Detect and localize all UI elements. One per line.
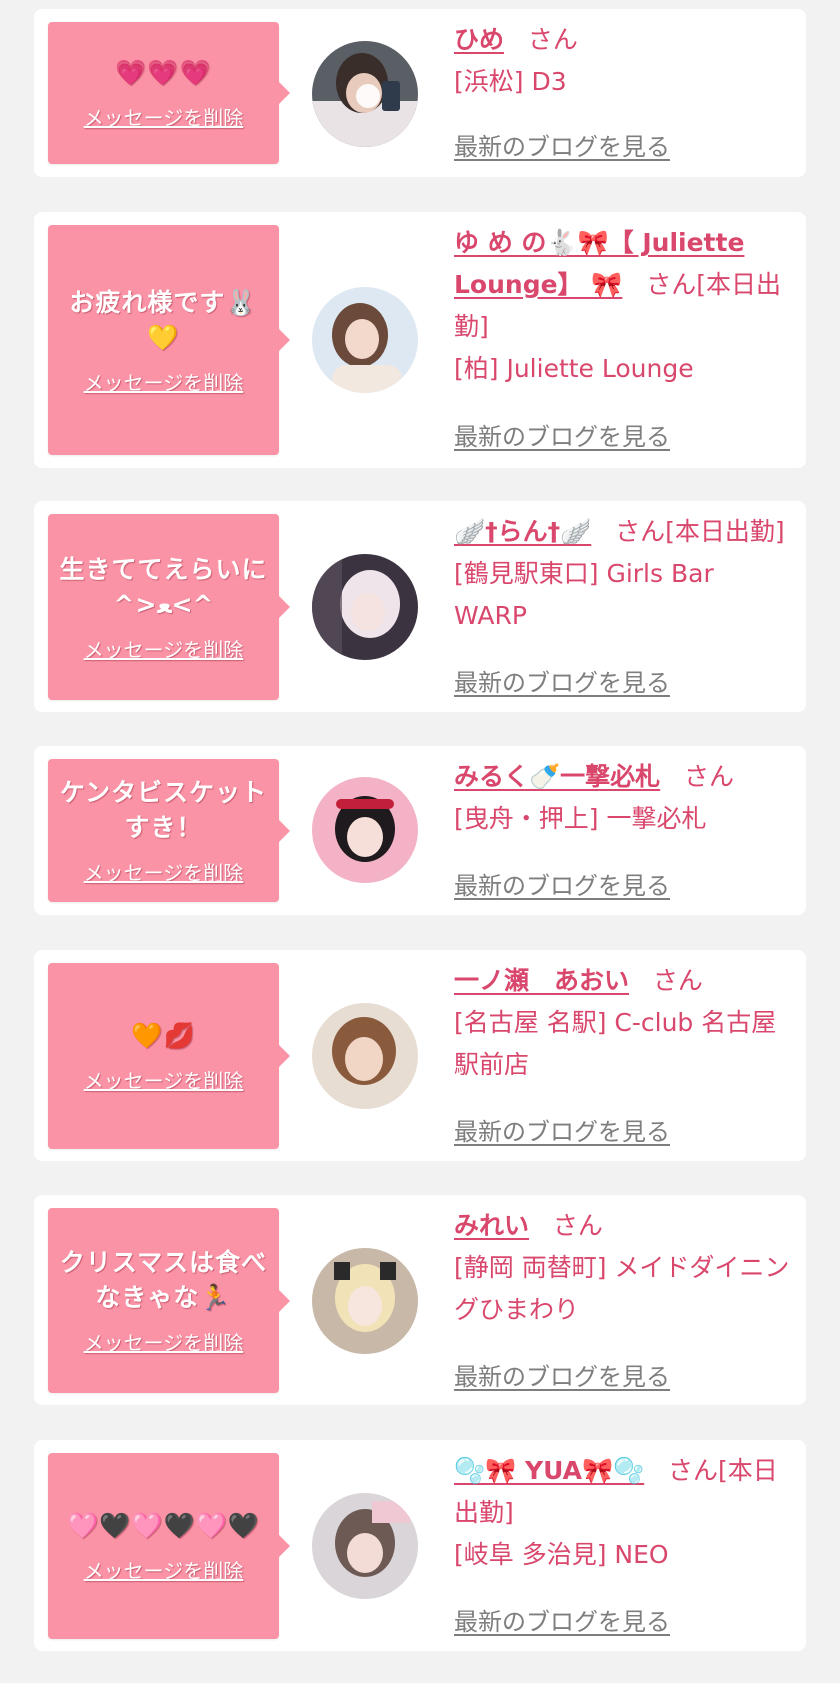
- message-card: お疲れ様です🐰💛 メッセージを削除 ゆ め の🐇🎀【 Juliette Loun…: [34, 212, 806, 468]
- avatar[interactable]: [312, 554, 418, 660]
- message-list: 💗💗💗 メッセージを削除 ひめ さん [浜松] D3 最新のブログを見る お疲れ…: [0, 0, 840, 1683]
- message-bubble: ケンタビスケットすき！ メッセージを削除: [48, 759, 290, 902]
- cast-info: 一ノ瀬 あおい さん [名古屋 名駅] C-club 名古屋駅前店: [454, 960, 792, 1086]
- message-bubble: 生きててえらいに^>ﻌ<^ メッセージを削除: [48, 514, 290, 700]
- message-bubble: お疲れ様です🐰💛 メッセージを削除: [48, 225, 290, 455]
- delete-message-link[interactable]: メッセージを削除: [84, 102, 244, 131]
- profile-photo-avatar-icon: [312, 1248, 418, 1354]
- avatar[interactable]: [312, 41, 418, 147]
- avatar[interactable]: [312, 1248, 418, 1354]
- message-card: 🩷🖤🩷🖤🩷🖤 メッセージを削除 🫧🎀 YUA🎀🫧 さん[本日出勤] [岐阜 多治…: [34, 1440, 806, 1651]
- message-card: ケンタビスケットすき！ メッセージを削除 みるく🍼一撃必札 さん [曳舟・押上]…: [34, 746, 806, 915]
- message-text: 🩷🖤🩷🖤🩷🖤: [67, 1511, 260, 1540]
- latest-blog-link[interactable]: 最新のブログを見る: [454, 866, 670, 901]
- cast-name-link[interactable]: 🫧🎀 YUA🎀🫧: [454, 1456, 644, 1485]
- delete-message-link[interactable]: メッセージを削除: [84, 1065, 244, 1094]
- honorific: さん: [652, 966, 703, 995]
- profile-photo-avatar-icon: [312, 41, 418, 147]
- message-card: 🧡💋 メッセージを削除 一ノ瀬 あおい さん [名古屋 名駅] C-club 名…: [34, 950, 806, 1161]
- shop-area: [名古屋 名駅] C-club 名古屋駅前店: [454, 1008, 777, 1079]
- message-text: ケンタビスケットすき！: [59, 778, 268, 842]
- latest-blog-link[interactable]: 最新のブログを見る: [454, 1602, 670, 1637]
- shop-area: [岐阜 多治見] NEO: [454, 1540, 669, 1569]
- message-text: 生きててえらいに^>ﻌ<^: [59, 554, 268, 619]
- message-text: クリスマスは食べなきゃな🏃: [59, 1248, 268, 1312]
- latest-blog-link[interactable]: 最新のブログを見る: [454, 417, 670, 452]
- shop-area: [曳舟・押上] 一撃必札: [454, 804, 707, 833]
- delete-message-link[interactable]: メッセージを削除: [84, 1555, 244, 1584]
- cast-name-link[interactable]: みれい: [454, 1211, 529, 1240]
- profile-photo-avatar-icon: [312, 1003, 418, 1109]
- cast-info: 🫧🎀 YUA🎀🫧 さん[本日出勤] [岐阜 多治見] NEO: [454, 1450, 792, 1576]
- profile-photo-avatar-icon: [312, 777, 418, 883]
- message-bubble: クリスマスは食べなきゃな🏃 メッセージを削除: [48, 1208, 290, 1393]
- honorific: さん: [683, 762, 734, 791]
- message-card: 生きててえらいに^>ﻌ<^ メッセージを削除 🪽†らん†🪽 さん[本日出勤] […: [34, 501, 806, 712]
- avatar[interactable]: [312, 777, 418, 883]
- cast-name-link[interactable]: 🪽†らん†🪽: [454, 517, 591, 546]
- cast-info: みれい さん [静岡 両替町] メイドダイニングひまわり: [454, 1205, 792, 1331]
- profile-photo-avatar-icon: [312, 287, 418, 393]
- honorific: さん: [527, 25, 578, 54]
- profile-photo-avatar-icon: [312, 554, 418, 660]
- shop-area: [静岡 両替町] メイドダイニングひまわり: [454, 1253, 790, 1324]
- message-bubble: 💗💗💗 メッセージを削除: [48, 22, 290, 164]
- cast-info: ひめ さん [浜松] D3: [454, 19, 792, 103]
- honorific: さん[本日出勤]: [615, 517, 785, 546]
- delete-message-link[interactable]: メッセージを削除: [84, 367, 244, 396]
- profile-photo-avatar-icon: [312, 1493, 418, 1599]
- shop-area: [浜松] D3: [454, 67, 567, 96]
- message-text: 💗💗💗: [115, 58, 212, 87]
- cast-info: 🪽†らん†🪽 さん[本日出勤] [鶴見駅東口] Girls Bar WARP: [454, 511, 792, 637]
- cast-name-link[interactable]: みるく🍼一撃必札: [454, 762, 660, 791]
- message-text: 🧡💋: [131, 1021, 196, 1050]
- avatar[interactable]: [312, 1493, 418, 1599]
- message-bubble: 🧡💋 メッセージを削除: [48, 963, 290, 1149]
- shop-area: [柏] Juliette Lounge: [454, 354, 694, 383]
- message-bubble: 🩷🖤🩷🖤🩷🖤 メッセージを削除: [48, 1453, 290, 1639]
- cast-info: みるく🍼一撃必札 さん [曳舟・押上] 一撃必札: [454, 756, 792, 840]
- message-card: クリスマスは食べなきゃな🏃 メッセージを削除 みれい さん [静岡 両替町] メ…: [34, 1195, 806, 1405]
- delete-message-link[interactable]: メッセージを削除: [84, 857, 244, 886]
- latest-blog-link[interactable]: 最新のブログを見る: [454, 127, 670, 162]
- delete-message-link[interactable]: メッセージを削除: [84, 1327, 244, 1356]
- cast-name-link[interactable]: ひめ: [454, 25, 504, 54]
- message-text: お疲れ様です🐰💛: [69, 287, 258, 352]
- message-card: 💗💗💗 メッセージを削除 ひめ さん [浜松] D3 最新のブログを見る: [34, 9, 806, 177]
- avatar[interactable]: [312, 287, 418, 393]
- cast-name-link[interactable]: 一ノ瀬 あおい: [454, 966, 629, 995]
- avatar[interactable]: [312, 1003, 418, 1109]
- latest-blog-link[interactable]: 最新のブログを見る: [454, 1112, 670, 1147]
- latest-blog-link[interactable]: 最新のブログを見る: [454, 1357, 670, 1392]
- honorific: さん: [552, 1211, 603, 1240]
- delete-message-link[interactable]: メッセージを削除: [84, 634, 244, 663]
- shop-area: [鶴見駅東口] Girls Bar WARP: [454, 559, 714, 630]
- cast-info: ゆ め の🐇🎀【 Juliette Lounge】 🎀 さん[本日出勤] [柏]…: [454, 222, 792, 390]
- latest-blog-link[interactable]: 最新のブログを見る: [454, 663, 670, 698]
